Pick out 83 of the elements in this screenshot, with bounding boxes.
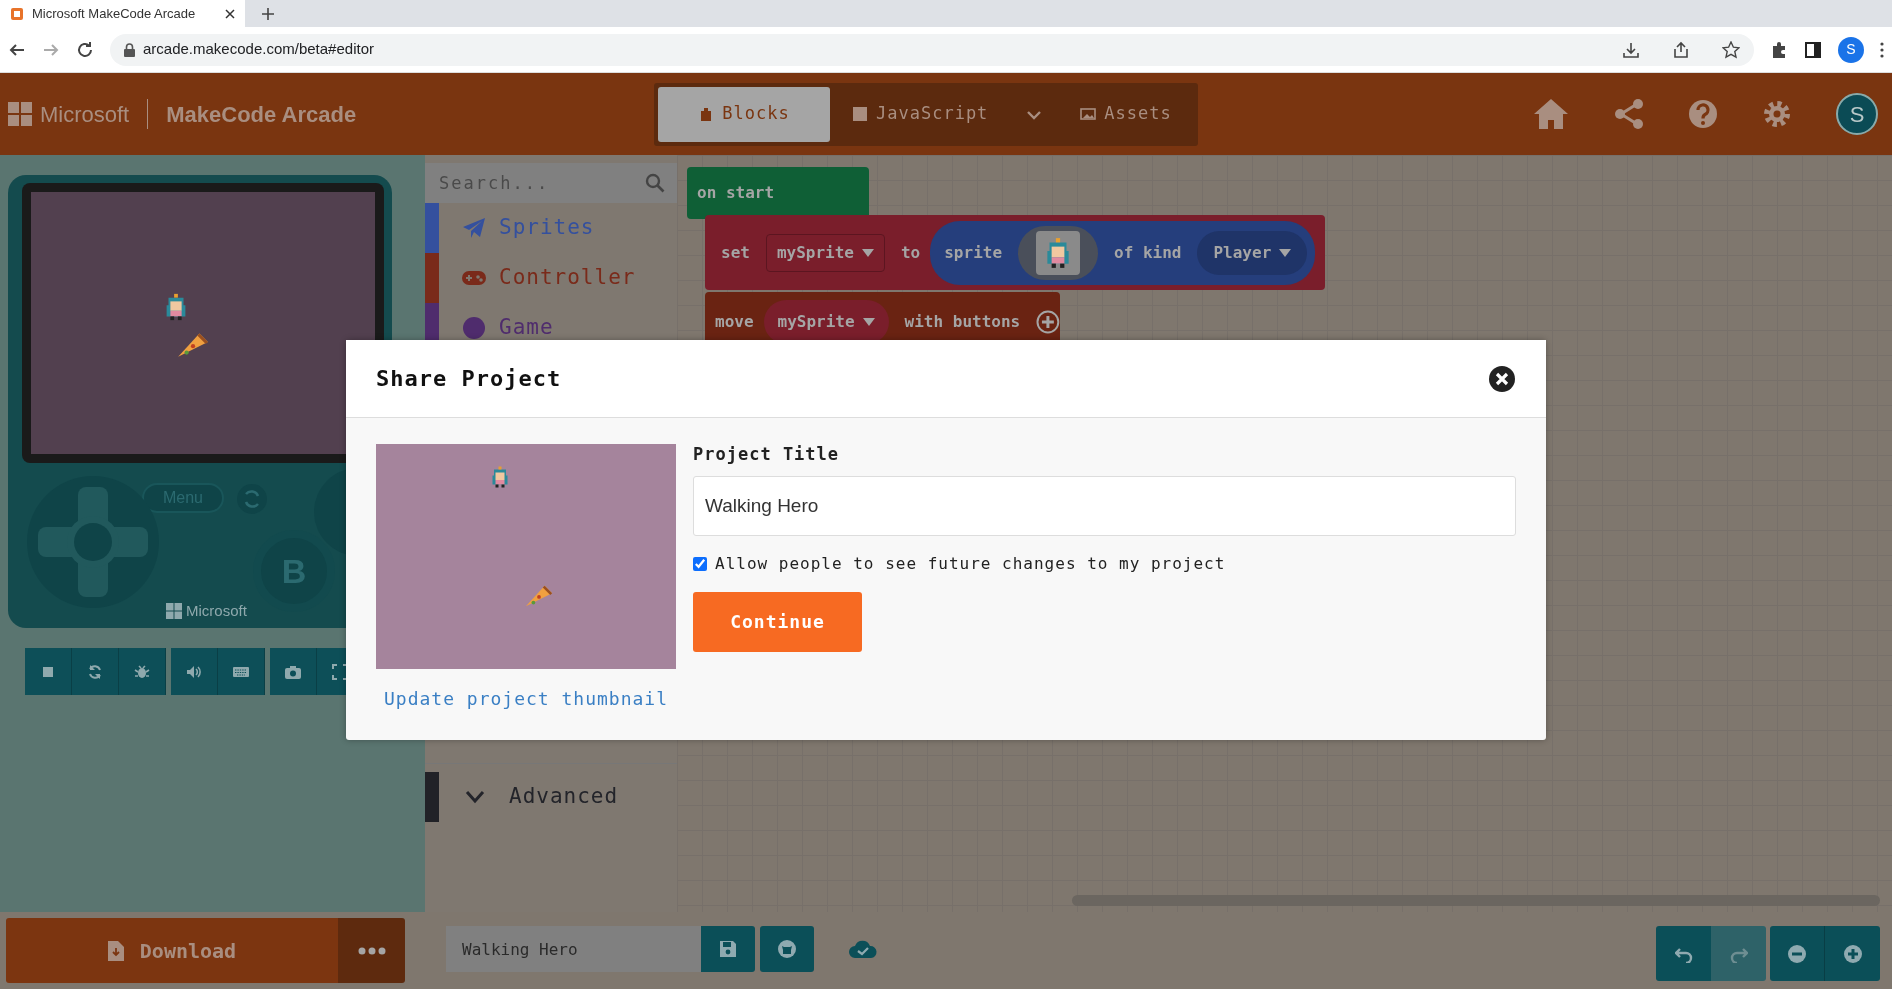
- download-file-icon: [107, 940, 124, 961]
- continue-button[interactable]: Continue: [693, 591, 862, 652]
- simulator-control-button[interactable]: [25, 648, 72, 695]
- block-label: to: [900, 241, 921, 264]
- editor-tab[interactable]: Blocks: [658, 86, 830, 142]
- editor-tab[interactable]: JavaScript: [830, 86, 1011, 142]
- project-name-field[interactable]: Walking Hero: [446, 926, 701, 972]
- block-label: of kind: [1114, 241, 1182, 264]
- update-thumbnail-link[interactable]: Update project thumbnail: [383, 685, 669, 712]
- caret-icon: [861, 248, 874, 257]
- simulator-control-button[interactable]: [119, 648, 166, 695]
- editor-tab[interactable]: Assets: [1058, 86, 1194, 142]
- restart-icon[interactable]: [236, 483, 268, 515]
- share-icon[interactable]: [1672, 40, 1690, 59]
- image-field[interactable]: [1018, 225, 1099, 280]
- brand-label: Microsoft: [186, 601, 247, 621]
- bug-icon: [133, 662, 151, 681]
- undo-icon: [1674, 945, 1693, 964]
- block-label: set: [721, 241, 750, 264]
- github-button[interactable]: [760, 926, 814, 972]
- save-icon: [719, 940, 737, 958]
- checkbox-label: Allow people to see future changes to my project: [715, 552, 1226, 575]
- simulator-control-button[interactable]: [171, 648, 218, 695]
- save-button[interactable]: [701, 926, 755, 972]
- simulator-control-button[interactable]: [270, 648, 317, 695]
- undo-button[interactable]: [1656, 926, 1711, 981]
- tab-favicon-icon: [10, 6, 24, 21]
- address-bar[interactable]: arcade.makecode.com/beta#editor: [110, 33, 1754, 66]
- brand-name: Microsoft: [40, 100, 130, 129]
- chevron-down-icon: [465, 790, 485, 804]
- block-label: move: [715, 311, 754, 333]
- product-name[interactable]: MakeCode Arcade: [166, 97, 357, 131]
- more-button[interactable]: [338, 918, 405, 983]
- install-icon[interactable]: [1622, 40, 1640, 59]
- zoom-out-icon: [1787, 944, 1807, 965]
- zoom-out-button[interactable]: [1770, 926, 1825, 981]
- dialog-title: Share Project: [376, 365, 562, 393]
- side-panel-icon[interactable]: [1804, 40, 1822, 59]
- kind-dropdown[interactable]: Player: [1197, 230, 1308, 275]
- lock-icon: [124, 42, 135, 57]
- category-marker: [425, 772, 439, 822]
- event-block: on start: [687, 167, 869, 219]
- restart-icon: [86, 662, 104, 681]
- chevron-down-icon: [1026, 109, 1043, 120]
- close-icon[interactable]: [1488, 364, 1516, 393]
- help-icon[interactable]: [1688, 99, 1718, 129]
- allow-changes-checkbox[interactable]: [693, 556, 707, 571]
- more-icon[interactable]: [1880, 41, 1884, 58]
- simulator-control-button[interactable]: [218, 648, 265, 695]
- user-avatar[interactable]: S: [1836, 93, 1878, 135]
- block-label: sprite: [944, 241, 1003, 264]
- add-icon[interactable]: [1036, 310, 1060, 334]
- block-label: with buttons: [904, 311, 1021, 333]
- toolbox-category[interactable]: Controller: [425, 253, 677, 303]
- extensions-icon[interactable]: [1770, 40, 1788, 59]
- redo-icon: [1729, 945, 1748, 964]
- profile-avatar[interactable]: S: [1838, 36, 1864, 63]
- star-icon[interactable]: [1722, 40, 1740, 59]
- project-title-field[interactable]: Walking Hero: [693, 475, 1516, 536]
- reload-icon[interactable]: [76, 40, 94, 59]
- new-tab-icon[interactable]: [261, 6, 275, 21]
- fullscreen-icon: [331, 662, 349, 681]
- url-text: arcade.makecode.com/beta#editor: [143, 39, 374, 60]
- microsoft-logo-icon: [166, 603, 182, 620]
- home-icon[interactable]: [1532, 97, 1570, 131]
- microsoft-logo-icon: [8, 102, 32, 126]
- settings-icon[interactable]: [1762, 99, 1792, 129]
- close-icon[interactable]: [225, 8, 235, 19]
- zoom-in-button[interactable]: [1825, 926, 1880, 981]
- zoom-in-icon: [1842, 944, 1863, 965]
- toolbox-category[interactable]: Advanced: [465, 781, 619, 813]
- assets-icon: [1080, 106, 1097, 122]
- simulator-control-button[interactable]: [72, 648, 119, 695]
- field-label: Project Title: [693, 443, 841, 466]
- caret-icon: [1279, 248, 1292, 257]
- more-icon: [357, 946, 386, 955]
- download-button[interactable]: Download: [6, 918, 338, 983]
- search-icon[interactable]: [645, 173, 665, 193]
- caret-icon: [862, 318, 875, 326]
- variable-dropdown[interactable]: mySprite: [765, 233, 885, 272]
- javascript-icon: [852, 106, 868, 122]
- circle-icon: [461, 315, 487, 341]
- cloud-check-icon[interactable]: [848, 938, 878, 960]
